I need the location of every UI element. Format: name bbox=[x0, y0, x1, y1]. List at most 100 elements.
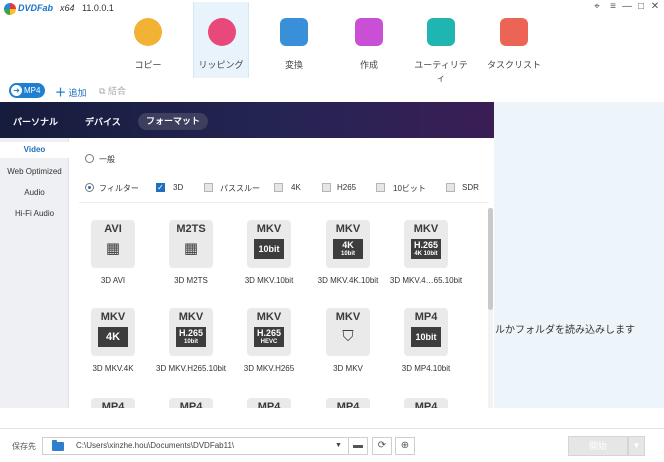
output-path-field[interactable]: C:\Users\xinzhe.hou\Documents\DVDFab11\ … bbox=[42, 437, 366, 455]
bottom-bar: 保存先 C:\Users\xinzhe.hou\Documents\DVDFab… bbox=[0, 428, 664, 462]
general-radio[interactable] bbox=[85, 154, 94, 163]
folder-icon bbox=[52, 440, 64, 451]
drop-area[interactable] bbox=[494, 102, 664, 408]
format-badge-main: 10bit bbox=[258, 244, 280, 254]
format-badge-sub: 10bit bbox=[340, 251, 355, 257]
nav-tasklist[interactable]: タスクリスト bbox=[486, 2, 542, 78]
path-dropdown-icon[interactable]: ▼ bbox=[335, 442, 342, 449]
start-dropdown-icon[interactable]: ▼ bbox=[628, 436, 645, 456]
tab-personal[interactable]: パーソナル bbox=[13, 115, 58, 128]
format-badge-main: 10bit bbox=[415, 332, 437, 342]
format-name: 3D M2TS bbox=[174, 276, 208, 285]
format-icon: MP4 10bit bbox=[404, 308, 448, 356]
format-badge: 10bit bbox=[254, 239, 284, 259]
ripper-disc-icon bbox=[208, 18, 236, 46]
format-type-label: MP4 bbox=[101, 401, 125, 408]
format-badge: 4K bbox=[98, 327, 128, 347]
format-card[interactable]: MKV 4K 10bit 3D MKV.4K.10bit bbox=[312, 220, 384, 300]
tasklist-icon bbox=[500, 18, 528, 46]
nav-ripper[interactable]: リッピング bbox=[193, 2, 249, 78]
format-badge-sub: 4K 10bit bbox=[414, 251, 438, 257]
pin-icon[interactable]: ⌖ bbox=[590, 1, 604, 12]
title-bar: DVDFab x64 11.0.0.1 ⌖ ≡ — □ ✕ bbox=[0, 0, 664, 18]
divider bbox=[79, 202, 489, 203]
category-web-optimized[interactable]: Web Optimized bbox=[0, 164, 69, 180]
format-name: 3D MKV.H265 bbox=[243, 364, 295, 373]
format-badge: 4K 10bit bbox=[333, 239, 363, 259]
format-icon: MKV H.265 HEVC bbox=[247, 308, 291, 356]
format-card[interactable]: MKV H.265 HEVC 3D MKV.H265 bbox=[233, 308, 305, 388]
format-type-label: MP4 bbox=[179, 401, 203, 408]
checkbox-sdr-label: SDR bbox=[462, 183, 479, 192]
nav-create[interactable]: 作成 bbox=[341, 2, 397, 78]
app-arch: x64 bbox=[60, 3, 75, 13]
format-icon: MKV ⛉ bbox=[326, 308, 370, 356]
format-type-label: MP4 bbox=[414, 311, 438, 323]
checkbox-sdr[interactable] bbox=[446, 183, 455, 192]
format-icon: MKV 10bit bbox=[247, 220, 291, 268]
format-badge-main: H.265 bbox=[178, 328, 204, 338]
menu-icon[interactable]: ≡ bbox=[606, 1, 620, 12]
format-badge: H.265 HEVC bbox=[254, 327, 284, 347]
format-name: 3D MKV.4K bbox=[92, 364, 134, 373]
add-button[interactable]: ＋ 追加 bbox=[55, 84, 87, 100]
category-hifi-audio[interactable]: Hi-Fi Audio bbox=[0, 206, 69, 222]
checkbox-10bit[interactable] bbox=[376, 183, 385, 192]
start-button[interactable]: 開始 bbox=[568, 436, 628, 456]
app-version: 11.0.0.1 bbox=[82, 3, 114, 13]
format-card[interactable]: MKV H.265 10bit 3D MKV.H265.10bit bbox=[155, 308, 227, 388]
format-type-label: MKV bbox=[335, 223, 361, 235]
refresh-button[interactable]: ⟳ bbox=[372, 437, 392, 455]
format-card[interactable]: MP4 bbox=[312, 398, 384, 408]
checkbox-passthrough[interactable] bbox=[204, 183, 213, 192]
format-name: 3D MKV.H265.10bit bbox=[156, 364, 226, 373]
utility-folder-icon bbox=[427, 18, 455, 46]
arrow-right-icon: ➜ bbox=[11, 85, 22, 96]
checkbox-3d[interactable]: ✓ bbox=[156, 183, 165, 192]
merge-button[interactable]: ⧉ 結合 bbox=[99, 84, 126, 97]
format-type-label: AVI bbox=[104, 223, 122, 235]
format-badge-main: 4K bbox=[105, 331, 121, 343]
nav-convert-label: 変換 bbox=[284, 60, 303, 70]
format-card[interactable]: MKV 4K 3D MKV.4K bbox=[77, 308, 149, 388]
category-video[interactable]: Video bbox=[0, 142, 69, 158]
nav-convert[interactable]: 変換 bbox=[266, 2, 322, 78]
filter-radio[interactable] bbox=[85, 183, 94, 192]
format-name: 3D MKV.4…65.10bit bbox=[389, 276, 463, 285]
scrollbar-thumb[interactable] bbox=[488, 208, 493, 310]
format-card[interactable]: AVI ▦ 3D AVI bbox=[77, 220, 149, 300]
maximize-button[interactable]: □ bbox=[634, 1, 648, 12]
checkbox-h265[interactable] bbox=[322, 183, 331, 192]
nav-copy[interactable]: コピー bbox=[120, 2, 176, 78]
browse-folder-button[interactable]: ▬ bbox=[348, 437, 368, 455]
format-type-label: MP4 bbox=[257, 401, 281, 408]
format-card[interactable]: MP4 bbox=[155, 398, 227, 408]
checkbox-3d-label: 3D bbox=[173, 183, 184, 192]
format-type-label: MKV bbox=[178, 311, 204, 323]
format-card[interactable]: MKV ⛉ 3D MKV bbox=[312, 308, 384, 388]
tab-device[interactable]: デバイス bbox=[85, 115, 121, 128]
format-card[interactable]: MP4 10bit 3D MP4.10bit bbox=[390, 308, 462, 388]
format-badge-sub: 10bit bbox=[183, 339, 198, 345]
format-badge: H.265 10bit bbox=[176, 327, 206, 347]
format-card[interactable]: MKV 10bit 3D MKV.10bit bbox=[233, 220, 305, 300]
format-icon: MP4 bbox=[326, 398, 370, 408]
copy-disc-icon bbox=[134, 18, 162, 46]
tab-format[interactable]: フォーマット bbox=[138, 113, 208, 130]
mode-selector[interactable]: ➜ MP4 bbox=[9, 83, 45, 98]
category-audio[interactable]: Audio bbox=[0, 185, 69, 201]
checkbox-4k[interactable] bbox=[274, 183, 283, 192]
format-card[interactable]: MKV H.265 4K 10bit 3D MKV.4…65.10bit bbox=[390, 220, 462, 300]
minimize-button[interactable]: — bbox=[620, 1, 634, 12]
format-card[interactable]: MP4 bbox=[390, 398, 462, 408]
mode-bar: ➜ MP4 ＋ 追加 ⧉ 結合 bbox=[0, 80, 664, 102]
format-card[interactable]: M2TS ▦ 3D M2TS bbox=[155, 220, 227, 300]
nav-utility[interactable]: ユーティリティ bbox=[413, 2, 469, 83]
checkbox-h265-label: H265 bbox=[337, 183, 357, 192]
nav-copy-label: コピー bbox=[134, 60, 162, 70]
format-card[interactable]: MP4 bbox=[233, 398, 305, 408]
format-card[interactable]: MP4 bbox=[77, 398, 149, 408]
close-button[interactable]: ✕ bbox=[648, 1, 662, 12]
globe-button[interactable]: ⊕ bbox=[395, 437, 415, 455]
mode-label: MP4 bbox=[24, 86, 41, 95]
